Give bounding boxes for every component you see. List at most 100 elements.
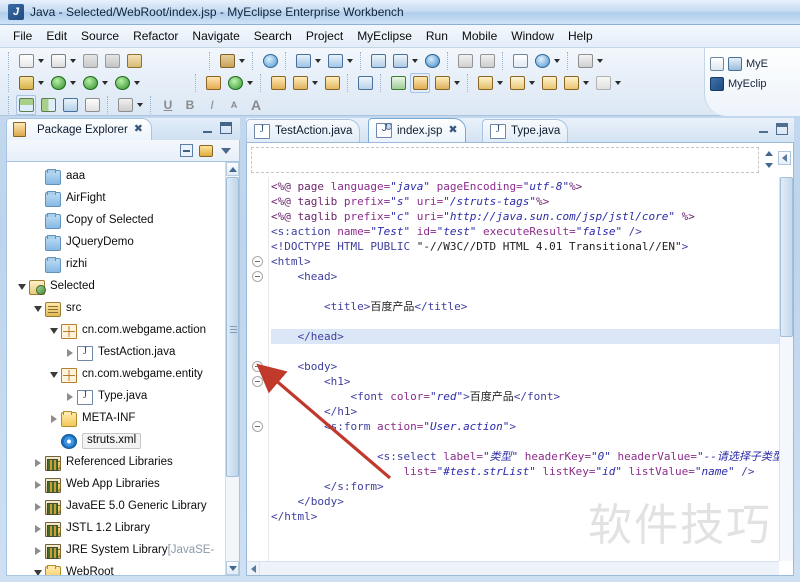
- chevron-right-icon[interactable]: [63, 346, 77, 360]
- import-button[interactable]: [455, 51, 475, 71]
- tab-testaction-java[interactable]: TestAction.java: [246, 119, 361, 142]
- close-icon[interactable]: ✖: [448, 125, 457, 136]
- menu-search[interactable]: Search: [247, 26, 299, 46]
- menu-help[interactable]: Help: [561, 26, 600, 46]
- key-dropdown-icon[interactable]: [312, 81, 318, 85]
- open-perspective-row[interactable]: MyE: [705, 54, 800, 74]
- upload-button[interactable]: [507, 73, 527, 93]
- scroll-thumb[interactable]: [226, 177, 239, 477]
- upload-dropdown-icon[interactable]: [529, 81, 535, 85]
- refresh-button[interactable]: [225, 73, 245, 93]
- forward-dropdown-icon[interactable]: [615, 81, 621, 85]
- new-wizard-magic-button[interactable]: [217, 51, 237, 71]
- back-dropdown-icon[interactable]: [583, 81, 589, 85]
- export-button[interactable]: [477, 51, 497, 71]
- perspective-label-2[interactable]: MyEclip: [728, 78, 767, 90]
- print-button[interactable]: [124, 51, 144, 71]
- menu-navigate[interactable]: Navigate: [185, 26, 246, 46]
- pen-button[interactable]: [355, 73, 375, 93]
- tree-item-type-java[interactable]: Type.java: [7, 386, 225, 408]
- editor-scroll-thumb[interactable]: [780, 177, 793, 337]
- open-folder-button[interactable]: [322, 73, 342, 93]
- new-wizard-button[interactable]: [16, 51, 36, 71]
- new-class-button[interactable]: [203, 73, 223, 93]
- people-dropdown-icon[interactable]: [137, 103, 143, 107]
- perspective-label-1[interactable]: MyE: [746, 58, 768, 70]
- project-tree[interactable]: aaa AirFight Copy of Selected JQueryDemo riz…: [6, 162, 240, 576]
- scroll-up-button[interactable]: [226, 162, 239, 176]
- myeclipse-java-ee-icon[interactable]: [728, 57, 742, 71]
- tree-item-cn-com-webgame-action[interactable]: cn.com.webgame.action: [7, 320, 225, 342]
- build-dropdown-icon[interactable]: [454, 81, 460, 85]
- tree-item-cn-com-webgame-entity[interactable]: cn.com.webgame.entity: [7, 364, 225, 386]
- menu-source[interactable]: Source: [74, 26, 126, 46]
- run-config-dropdown-icon[interactable]: [102, 81, 108, 85]
- view-menu-icon[interactable]: [217, 142, 235, 160]
- scroll-left-button[interactable]: [247, 562, 260, 575]
- outline-button[interactable]: [82, 95, 102, 115]
- tree-item-struts-xml[interactable]: struts.xml: [7, 430, 225, 452]
- maximize-editor-button[interactable]: [776, 123, 788, 135]
- chevron-right-icon[interactable]: [31, 544, 45, 558]
- download-button[interactable]: [475, 73, 495, 93]
- chevron-down-icon[interactable]: [31, 302, 45, 316]
- chevron-right-icon[interactable]: [63, 390, 77, 404]
- collapse-search-icon[interactable]: [778, 151, 791, 165]
- run-server-button[interactable]: [112, 73, 132, 93]
- debug-dropdown-icon[interactable]: [38, 81, 44, 85]
- fold-toggle-icon[interactable]: [252, 376, 263, 387]
- tree-item-jquerydemo[interactable]: JQueryDemo: [7, 232, 225, 254]
- tree-item-webroot[interactable]: WebRoot: [7, 562, 225, 575]
- key-button[interactable]: [290, 73, 310, 93]
- minimize-view-button[interactable]: [202, 123, 214, 135]
- new-server-button[interactable]: [293, 51, 313, 71]
- snapshot-dropdown-icon[interactable]: [597, 59, 603, 63]
- minimize-editor-button[interactable]: [758, 124, 770, 134]
- myeclipse-perspective-row[interactable]: MyEclip: [705, 74, 800, 94]
- web-report-dropdown-icon[interactable]: [554, 59, 560, 63]
- run-as-application-button[interactable]: [410, 73, 430, 93]
- menu-edit[interactable]: Edit: [39, 26, 74, 46]
- chevron-down-icon[interactable]: [47, 324, 61, 338]
- tree-item-web-app-libraries[interactable]: Web App Libraries: [7, 474, 225, 496]
- chevron-right-icon[interactable]: [47, 412, 61, 426]
- code-folding-gutter[interactable]: [247, 177, 269, 561]
- run-configurations-button[interactable]: [80, 73, 100, 93]
- fold-toggle-icon[interactable]: [252, 421, 263, 432]
- tree-item-aaa[interactable]: aaa: [7, 166, 225, 188]
- tree-item-referenced-libraries[interactable]: Referenced Libraries: [7, 452, 225, 474]
- people-button[interactable]: [115, 95, 135, 115]
- chevron-right-icon[interactable]: [31, 500, 45, 514]
- db-explorer-button[interactable]: [368, 51, 388, 71]
- tree-item-jre-system-library[interactable]: JRE System Library [JavaSE-: [7, 540, 225, 562]
- back-history-button[interactable]: [561, 73, 581, 93]
- tree-item-javaee-5-0-generic-library[interactable]: JavaEE 5.0 Generic Library: [7, 496, 225, 518]
- fold-toggle-icon[interactable]: [252, 271, 263, 282]
- save-all-button[interactable]: [102, 51, 122, 71]
- save-button[interactable]: [80, 51, 100, 71]
- tree-item-copy-of-selected[interactable]: Copy of Selected: [7, 210, 225, 232]
- forward-button[interactable]: [593, 73, 613, 93]
- snapshot-button[interactable]: [575, 51, 595, 71]
- underline-button[interactable]: U: [158, 95, 178, 115]
- menu-project[interactable]: Project: [299, 26, 350, 46]
- mobile-device-button[interactable]: [388, 73, 408, 93]
- horizontal-layout-button[interactable]: [16, 95, 36, 115]
- editor-search-input[interactable]: [251, 147, 759, 173]
- magic-dropdown-icon[interactable]: [239, 59, 245, 63]
- collapse-all-icon[interactable]: [177, 142, 195, 160]
- open-perspective-icon[interactable]: [710, 57, 724, 71]
- menu-myeclipse[interactable]: MyEclipse: [350, 26, 419, 46]
- open-type-button[interactable]: [268, 73, 288, 93]
- new-java-file-button[interactable]: [48, 51, 68, 71]
- editor-vertical-scrollbar[interactable]: [779, 177, 793, 561]
- tree-item-meta-inf[interactable]: META-INF: [7, 408, 225, 430]
- scroll-down-button[interactable]: [226, 561, 239, 575]
- decrease-font-button[interactable]: A: [224, 95, 244, 115]
- deploy-dropdown-icon[interactable]: [347, 59, 353, 63]
- preview-button[interactable]: [60, 95, 80, 115]
- chevron-down-icon[interactable]: [15, 280, 29, 294]
- tab-index-jsp[interactable]: index.jsp ✖: [368, 118, 466, 142]
- menu-refactor[interactable]: Refactor: [126, 26, 185, 46]
- debug-button[interactable]: [16, 73, 36, 93]
